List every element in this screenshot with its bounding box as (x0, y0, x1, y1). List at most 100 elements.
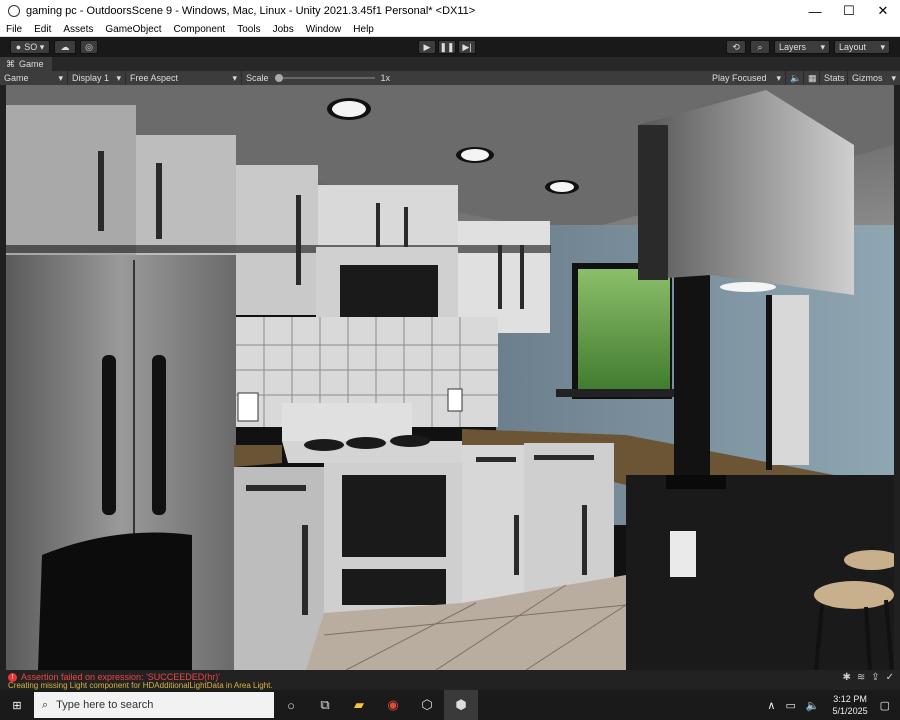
display-label: Display 1 (72, 73, 110, 83)
gizmos-label: Gizmos (852, 73, 883, 83)
graph-icon[interactable]: ≋ (857, 672, 865, 683)
scale-slider[interactable] (274, 74, 375, 82)
kitchen-scene-render (6, 85, 894, 670)
keyboard-icon: ▦ (808, 72, 817, 83)
menu-gameobject[interactable]: GameObject (99, 24, 167, 35)
collab-icon: ◎ (85, 41, 93, 52)
aspect-label: Free Aspect (130, 73, 179, 83)
chrome-button[interactable]: ◉ (376, 690, 410, 720)
console-warning-text: Creating missing Light component for HDA… (8, 681, 273, 690)
game-controller-icon: ⌘ (6, 58, 15, 69)
game-mode-dropdown[interactable]: Game ▾ (0, 71, 68, 85)
chevron-up-icon[interactable]: ∧ (767, 699, 775, 712)
collab-button[interactable]: ◎ (80, 40, 98, 54)
check-icon[interactable]: ✓ (886, 672, 894, 683)
chevron-down-icon: ▾ (232, 72, 237, 83)
scale-value: 1x (380, 73, 391, 83)
step-icon: ▶| (462, 41, 472, 52)
window-title: gaming pc - OutdoorsScene 9 - Windows, M… (26, 5, 476, 17)
layers-label: Layers (779, 42, 807, 52)
unity-hub-icon: ⬡ (421, 697, 433, 712)
system-tray: ∧ ▭ 🔈 3:12 PM 5/1/2025 ▢ (762, 690, 900, 720)
scale-slider-handle[interactable] (274, 74, 283, 82)
chevron-down-icon: ▾ (58, 72, 63, 83)
task-view-button[interactable]: ⧉ (308, 690, 342, 720)
windows-taskbar: ⊞ ⌕ Type here to search ○ ⧉ ▰ ◉ ⬡ ⬢ ∧ ▭ … (0, 690, 900, 720)
chevron-down-icon: ▾ (776, 72, 781, 83)
console-status-bar[interactable]: ! Assertion failed on expression: 'SUCCE… (0, 670, 900, 690)
game-viewport[interactable] (6, 85, 894, 670)
volume-icon[interactable]: 🔈 (806, 699, 820, 712)
chevron-down-icon: ▾ (820, 41, 825, 52)
circle-icon: ○ (287, 697, 295, 713)
upload-icon[interactable]: ⇪ (871, 672, 879, 683)
close-button[interactable]: ✕ (866, 0, 900, 22)
game-mode-label: Game (4, 73, 29, 83)
main-toolbar: ● SO ▾ ☁ ◎ ▶ ❚❚ ▶| ⟲ ⌕ Layers ▾ Layout ▾ (0, 37, 900, 57)
game-view-bar: Game ▾ Display 1 ▾ Free Aspect ▾ Scale 1… (0, 71, 900, 85)
editor-status-icons: ✱ ≋ ⇪ ✓ (836, 672, 894, 683)
layout-dropdown[interactable]: Layout ▾ (834, 40, 890, 54)
search-icon: ⌕ (42, 698, 49, 711)
shortcuts-button[interactable]: ▦ (804, 71, 820, 85)
notification-icon[interactable]: ▢ (880, 699, 890, 712)
mute-audio-button[interactable]: 🔈 (786, 71, 804, 85)
history-icon: ⟲ (732, 41, 740, 52)
network-icon[interactable]: ▭ (785, 699, 795, 712)
taskbar-search-box[interactable]: ⌕ Type here to search (34, 692, 274, 718)
menu-assets[interactable]: Assets (57, 24, 99, 35)
tab-game[interactable]: ⌘ Game (0, 57, 52, 71)
menu-help[interactable]: Help (347, 24, 380, 35)
play-mode-dropdown[interactable]: Play Focused ▾ (708, 71, 786, 85)
gizmos-dropdown[interactable]: Gizmos ▾ (848, 71, 900, 85)
speaker-icon: 🔈 (790, 72, 802, 83)
unity-logo-icon (8, 5, 20, 17)
account-button[interactable]: ● SO ▾ (10, 40, 50, 54)
menu-bar: File Edit Assets GameObject Component To… (0, 22, 900, 37)
maximize-button[interactable]: ☐ (832, 0, 866, 22)
search-button[interactable]: ⌕ (750, 40, 770, 54)
play-mode-label: Play Focused (712, 73, 767, 83)
console-warning-message[interactable]: Creating missing Light component for HDA… (8, 681, 273, 690)
step-button[interactable]: ▶| (458, 40, 476, 54)
menu-window[interactable]: Window (300, 24, 348, 35)
chevron-down-icon: ▾ (116, 72, 121, 83)
scale-control: Scale 1x (242, 71, 402, 85)
menu-edit[interactable]: Edit (28, 24, 57, 35)
title-bar: gaming pc - OutdoorsScene 9 - Windows, M… (0, 0, 900, 22)
stats-button[interactable]: Stats (820, 71, 848, 85)
play-button[interactable]: ▶ (418, 40, 436, 54)
toolbar-right: ⟲ ⌕ Layers ▾ Layout ▾ (722, 40, 890, 54)
taskbar-search-placeholder: Type here to search (56, 699, 154, 711)
tab-bar: ⌘ Game (0, 57, 900, 71)
folder-icon: ▰ (354, 697, 364, 712)
bug-icon[interactable]: ✱ (842, 672, 850, 683)
layers-dropdown[interactable]: Layers ▾ (774, 40, 830, 54)
chevron-down-icon: ▾ (880, 41, 885, 52)
cortana-button[interactable]: ○ (274, 690, 308, 720)
menu-file[interactable]: File (0, 24, 28, 35)
layout-label: Layout (839, 42, 867, 52)
menu-jobs[interactable]: Jobs (267, 24, 300, 35)
history-button[interactable]: ⟲ (726, 40, 746, 54)
task-view-icon: ⧉ (320, 697, 330, 712)
aspect-dropdown[interactable]: Free Aspect ▾ (126, 71, 242, 85)
account-icon: ● (15, 42, 22, 52)
menu-component[interactable]: Component (168, 24, 232, 35)
display-dropdown[interactable]: Display 1 ▾ (68, 71, 126, 85)
pause-button[interactable]: ❚❚ (438, 40, 456, 54)
menu-tools[interactable]: Tools (231, 24, 266, 35)
stats-label: Stats (824, 73, 845, 83)
file-explorer-button[interactable]: ▰ (342, 690, 376, 720)
taskbar-clock[interactable]: 3:12 PM 5/1/2025 (833, 693, 868, 717)
cloud-button[interactable]: ☁ (54, 40, 76, 54)
start-button[interactable]: ⊞ (0, 690, 34, 720)
search-icon: ⌕ (757, 41, 763, 52)
chrome-icon: ◉ (387, 697, 399, 712)
clock-time: 3:12 PM (833, 694, 867, 704)
clock-date: 5/1/2025 (832, 706, 868, 716)
unity-editor-button[interactable]: ⬢ (444, 690, 478, 720)
minimize-button[interactable]: — (798, 0, 832, 22)
scale-label: Scale (246, 73, 269, 83)
unity-hub-button[interactable]: ⬡ (410, 690, 444, 720)
